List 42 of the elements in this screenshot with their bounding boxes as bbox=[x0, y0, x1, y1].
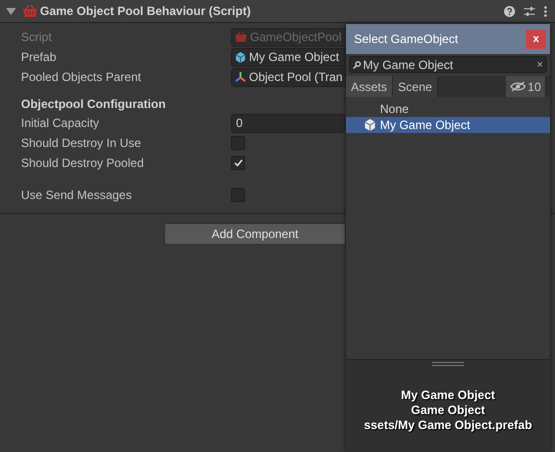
list-item[interactable]: None bbox=[346, 101, 550, 117]
cube-icon bbox=[364, 119, 376, 131]
preview-text: My Game Object bbox=[400, 388, 496, 403]
section-heading: Objectpool Configuration bbox=[21, 97, 166, 111]
field-label: Use Send Messages bbox=[21, 188, 133, 202]
checkbox[interactable] bbox=[231, 188, 245, 202]
field-label: Initial Capacity bbox=[21, 116, 100, 130]
kebab-menu-icon[interactable] bbox=[544, 6, 547, 16]
list-item[interactable]: My Game Object bbox=[346, 117, 550, 133]
dialog-title: Select GameObject bbox=[354, 32, 458, 46]
checkbox[interactable] bbox=[231, 136, 245, 150]
resize-handle[interactable] bbox=[432, 362, 464, 366]
search-field[interactable]: My Game Object × bbox=[349, 56, 547, 73]
axes-icon bbox=[235, 72, 246, 82]
presets-sliders-icon[interactable] bbox=[524, 6, 535, 16]
search-icon bbox=[353, 60, 361, 68]
object-field[interactable]: My Game Object bbox=[231, 48, 348, 66]
object-field[interactable]: Object Pool (Tran bbox=[231, 68, 348, 86]
basket-icon bbox=[22, 5, 38, 17]
tab[interactable]: Scene bbox=[393, 76, 438, 97]
checkmark-icon bbox=[234, 159, 242, 167]
field-label: Should Destroy Pooled bbox=[21, 156, 145, 170]
number-field[interactable]: 0 bbox=[231, 114, 345, 132]
preview-text: ssets/My Game Object.prefab bbox=[364, 418, 532, 433]
cube-icon bbox=[235, 52, 246, 62]
field-label: Script bbox=[21, 30, 53, 44]
preview-text: Game Object bbox=[410, 403, 486, 418]
hidden-eye-icon bbox=[510, 81, 526, 92]
tab[interactable]: Assets bbox=[346, 76, 394, 97]
close-button[interactable]: x bbox=[526, 30, 546, 48]
foldout-arrow-icon[interactable] bbox=[6, 8, 16, 14]
field-label: Pooled Objects Parent bbox=[21, 70, 142, 84]
component-title: Game Object Pool Behaviour (Script) bbox=[40, 4, 252, 18]
add-component-button[interactable]: Add Component bbox=[164, 223, 346, 245]
clear-search-button[interactable]: × bbox=[536, 58, 543, 70]
field-label: Prefab bbox=[21, 50, 58, 64]
help-icon[interactable] bbox=[504, 6, 515, 16]
basket-icon bbox=[235, 32, 247, 42]
object-field: GameObjectPool bbox=[231, 28, 348, 46]
field-label: Should Destroy In Use bbox=[21, 136, 142, 150]
checkbox[interactable] bbox=[231, 156, 245, 170]
hidden-count-toggle[interactable]: 10 bbox=[506, 76, 546, 97]
